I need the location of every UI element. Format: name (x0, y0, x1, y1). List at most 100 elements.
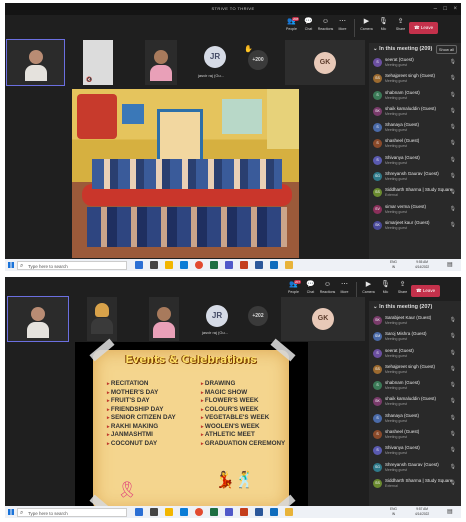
word-icon[interactable] (255, 508, 263, 516)
taskbar-app-icon[interactable] (150, 261, 158, 269)
video-tile-self[interactable] (6, 39, 65, 86)
participant-list-item[interactable]: SM Saroj Mishra (Guest) Meeting guest 🎙 (369, 329, 461, 345)
participant-list-item[interactable]: SK shaik kamaluddin (Guest) Meeting guest 🎙 (369, 394, 461, 410)
participant-list-item[interactable]: SS Siddharth Sharma | Study Square Externa… (369, 185, 461, 201)
participant-list-item[interactable]: Sshasheel (Guest) Meeting guest 🎙 (369, 427, 461, 443)
participant-list-item[interactable]: S Shivanya (Guest) Meeting guest 🎙 (369, 443, 461, 459)
edge-icon[interactable] (180, 508, 188, 516)
participant-name: Shanaya (Guest) (385, 122, 420, 128)
mic-icon: 🎙 (379, 18, 388, 25)
share-button[interactable]: ⇪ Share (394, 279, 411, 303)
avatar-jr[interactable]: JR (206, 305, 228, 327)
task-view-icon[interactable] (135, 261, 143, 269)
taskbar-app-icon[interactable] (270, 261, 278, 269)
participants-count: In this meeting (207) (379, 304, 433, 310)
excel-icon[interactable] (210, 261, 218, 269)
participant-list-item[interactable]: SK simarjeet kaur (Guest) Meeting guest 🎙 (369, 218, 461, 234)
tray-clock[interactable]: 9:57 AM 4/14/2022 (415, 507, 429, 516)
participant-video (24, 50, 47, 81)
video-tile-participant[interactable] (145, 40, 177, 85)
windows-start-icon[interactable] (8, 262, 14, 268)
task-view-icon[interactable] (135, 508, 143, 516)
participant-list-item[interactable]: SS Sehajpreet singh (Guest) Meeting guest 🎙 (369, 71, 461, 87)
taskbar-app-icon[interactable] (285, 261, 293, 269)
video-tile-gk[interactable]: GK (285, 40, 365, 85)
reactions-button[interactable]: ☺ Reactions (317, 16, 334, 40)
mic-button[interactable]: 🎙 Mic (377, 279, 394, 303)
avatar-jr[interactable]: JR (204, 46, 226, 68)
maximize-icon[interactable]: □ (443, 3, 447, 15)
chat-button[interactable]: 💬 Chat (300, 16, 317, 40)
excel-icon[interactable] (210, 508, 218, 516)
event-item: SENIOR CITIZEN DAY (107, 414, 176, 423)
leave-button[interactable]: ☎ Leave (411, 285, 441, 297)
participant-list: Sseerat (Guest) Meeting guest 🎙 SS Sehajpree… (369, 55, 461, 234)
video-tile-self[interactable] (7, 296, 69, 342)
tray-clock[interactable]: 9:55 AM 4/14/2022 (415, 260, 429, 269)
participant-list-item[interactable]: SG Shreyansh Gaurav (Guest) Meeting guest 🎙 (369, 460, 461, 476)
participant-list-item[interactable]: SV simar verma (Guest) Meeting guest 🎙 (369, 202, 461, 218)
people-button[interactable]: 👥 208 People (283, 16, 300, 40)
mic-label: Mic (380, 27, 387, 31)
file-explorer-icon[interactable] (165, 508, 173, 516)
participant-list-item[interactable]: SK Sarabjeet Kaur (Guest) Meeting guest 🎙 (369, 313, 461, 329)
notifications-icon[interactable]: ▤ (447, 260, 453, 270)
participant-name: Sehajpreet singh (Guest) (385, 73, 436, 79)
more-participants-button[interactable]: +200 (248, 50, 268, 70)
taskbar-app-icon[interactable] (150, 508, 158, 516)
video-tile-participant[interactable] (149, 297, 179, 341)
participant-avatar: SS (373, 478, 382, 488)
powerpoint-icon[interactable] (240, 261, 248, 269)
chevron-down-icon[interactable]: ⌄ (373, 46, 378, 52)
video-tile-participant[interactable]: 🔇 (83, 40, 113, 85)
notifications-icon[interactable]: ▤ (447, 507, 453, 517)
chrome-icon[interactable] (195, 508, 203, 516)
tray-language[interactable]: ENG IN (390, 507, 397, 516)
mic-button[interactable]: 🎙 Mic (375, 16, 392, 40)
participant-list-item[interactable]: Sseerat (Guest) Meeting guest 🎙 (369, 55, 461, 71)
teams-icon[interactable] (225, 261, 233, 269)
participant-list-item[interactable]: S Shanaya (Guest) Meeting guest 🎙 (369, 120, 461, 136)
word-icon[interactable] (255, 261, 263, 269)
mic-muted-icon: 🎙 (449, 414, 456, 421)
participant-list-item[interactable]: Sshasheel (Guest) Meeting guest 🎙 (369, 136, 461, 152)
share-button[interactable]: ⇪ Share (392, 16, 409, 40)
participant-list-item[interactable]: S Shivanya (Guest) Meeting guest 🎙 (369, 153, 461, 169)
participant-list-item[interactable]: SK shaik kamaluddin (Guest) Meeting guest 🎙 (369, 104, 461, 120)
chrome-icon[interactable] (195, 261, 203, 269)
more-button[interactable]: ⋯ More (334, 16, 351, 40)
chevron-down-icon[interactable]: ⌄ (373, 304, 378, 310)
taskbar-search-input[interactable]: Type here to search (17, 507, 127, 518)
tray-lang-label: ENG (390, 260, 397, 264)
file-explorer-icon[interactable] (165, 261, 173, 269)
participant-list-item[interactable]: Sshabnam (Guest) Meeting guest 🎙 (369, 88, 461, 104)
teams-icon[interactable] (225, 508, 233, 516)
video-tile-gk[interactable]: GK (281, 297, 365, 341)
powerpoint-icon[interactable] (240, 508, 248, 516)
more-participants-button[interactable]: +202 (248, 306, 268, 326)
mic-muted-icon: 🎙 (449, 221, 456, 228)
participant-list-item[interactable]: Sshabnam (Guest) Meeting guest 🎙 (369, 378, 461, 394)
participant-list-item[interactable]: Sseerat (Guest) Meeting guest 🎙 (369, 346, 461, 362)
participant-status: Meeting guest (385, 63, 407, 67)
participant-name: Sehajpreet singh (Guest) (385, 363, 436, 369)
taskbar-search-input[interactable]: Type here to search (17, 260, 127, 271)
participant-list-item[interactable]: SS Sehajpreet singh (Guest) Meeting guest 🎙 (369, 362, 461, 378)
camera-button[interactable]: ▶ Camera (358, 16, 375, 40)
tray-language[interactable]: ENG IN (390, 260, 397, 269)
participant-list-item[interactable]: SS Siddharth Sharma | Study Square Externa… (369, 476, 461, 492)
windows-start-icon[interactable] (8, 509, 14, 515)
mic-muted-icon: 🎙 (449, 382, 456, 389)
video-tile-participant[interactable] (87, 297, 117, 341)
taskbar-app-icon[interactable] (270, 508, 278, 516)
close-window-icon[interactable]: × (453, 3, 457, 15)
participant-list-item[interactable]: S Shanaya (Guest) Meeting guest 🎙 (369, 411, 461, 427)
show-all-button[interactable]: Show all (435, 45, 457, 54)
taskbar-app-icon[interactable] (285, 508, 293, 516)
minimize-icon[interactable]: – (434, 3, 437, 15)
edge-icon[interactable] (180, 261, 188, 269)
leave-button[interactable]: ☎ Leave (409, 22, 439, 34)
more-icon: ⋯ (341, 281, 348, 288)
participant-list-item[interactable]: SG Shreyansh Gaurav (Guest) Meeting guest 🎙 (369, 169, 461, 185)
participant-name: Shanaya (Guest) (385, 412, 420, 418)
